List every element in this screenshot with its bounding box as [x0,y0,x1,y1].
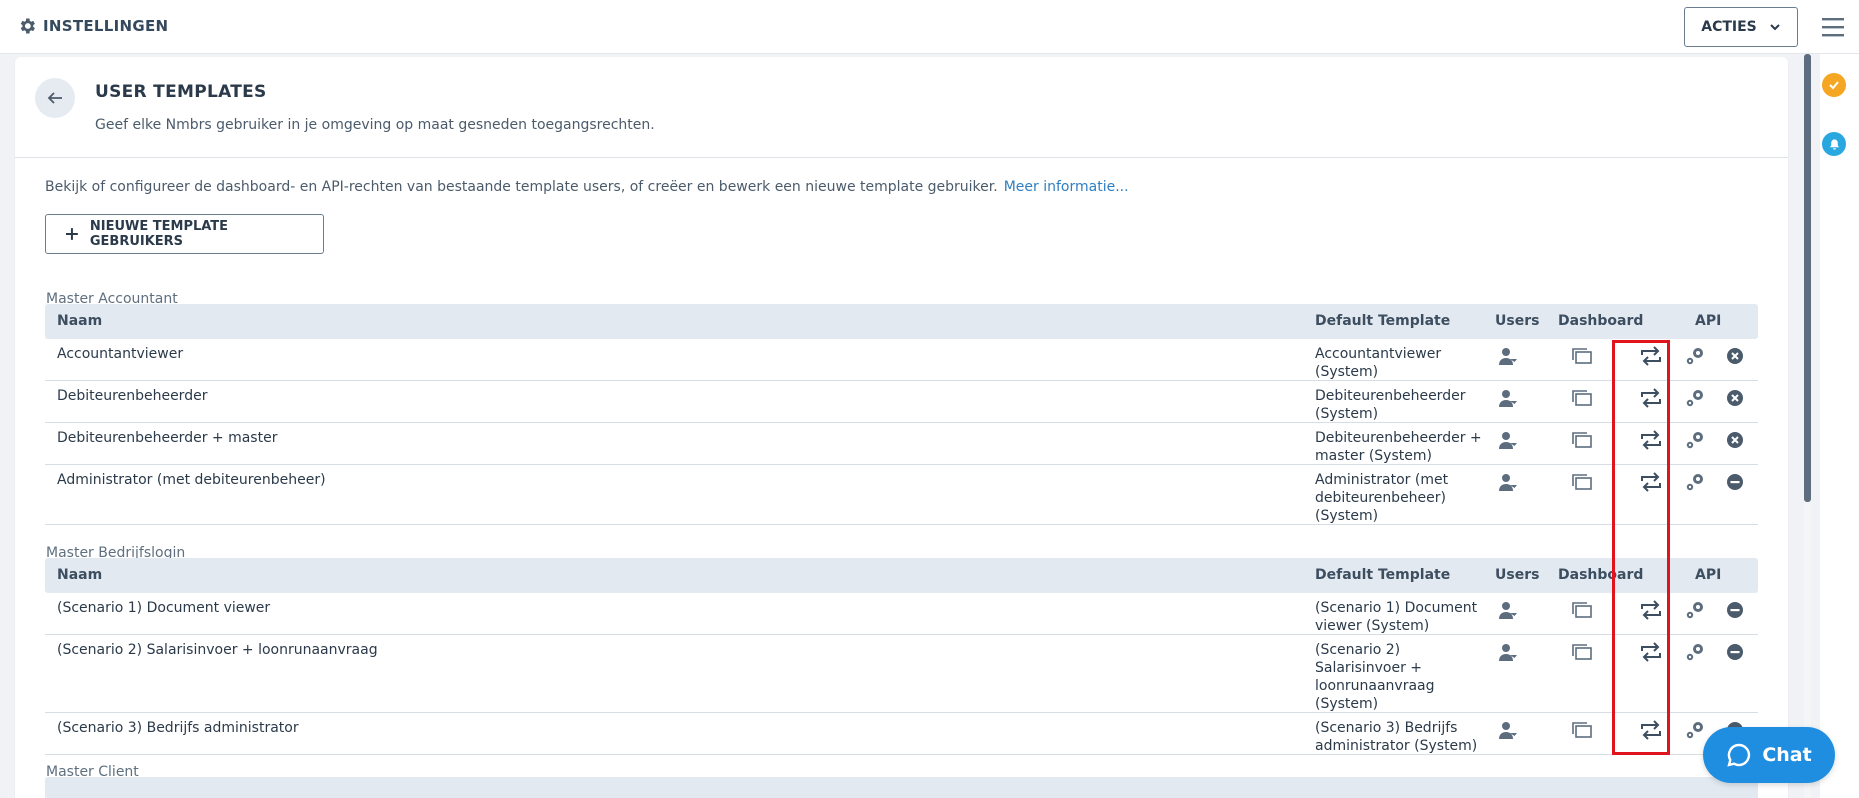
chat-button[interactable]: Chat [1703,727,1835,783]
default-template: Administrator (met debiteurenbeheer) (Sy… [1315,472,1449,524]
api-settings-icon[interactable] [1684,430,1706,454]
template-name: Accountantviewer [57,346,184,362]
card-header: USER TEMPLATES Geef elke Nmbrs gebruiker… [15,57,1788,158]
swap-icon[interactable] [1640,388,1662,412]
tasks-check-icon[interactable] [1822,73,1846,97]
api-settings-icon[interactable] [1684,346,1706,370]
swap-icon[interactable] [1640,600,1662,624]
table-row: Administrator (met debiteurenbeheer) Admi… [45,465,1758,525]
chevron-down-icon [1770,24,1780,31]
delete-icon[interactable] [1726,347,1744,369]
col-dashboard: Dashboard [1558,567,1644,583]
scrollbar-thumb[interactable] [1804,54,1811,502]
table-row: (Scenario 1) Document viewer (Scenario 1)… [45,593,1758,635]
dashboard-icon[interactable] [1572,348,1592,368]
default-template: (Scenario 1) Document viewer (System) [1315,600,1478,634]
dashboard-icon[interactable] [1572,644,1592,664]
default-template: (Scenario 2) Salarisinvoer + loonrunaanv… [1315,642,1435,712]
dashboard-icon[interactable] [1572,602,1592,622]
new-template-users-label: NIEUWE TEMPLATE GEBRUIKERS [89,219,229,249]
api-settings-icon[interactable] [1684,642,1706,666]
dashboard-icon[interactable] [1572,474,1592,494]
table-row: (Scenario 2) Salarisinvoer + loonrunaanv… [45,635,1758,713]
template-name: (Scenario 1) Document viewer [57,600,271,616]
table-header: Naam Default Template Users Dashboard API [45,558,1758,593]
swap-icon[interactable] [1640,472,1662,496]
table-header: Naam Default Template Users Dashboard API [45,304,1758,339]
default-template: Debiteurenbeheerder + master (System) [1315,430,1482,464]
dashboard-icon[interactable] [1572,722,1592,742]
default-template: Debiteurenbeheerder (System) [1315,388,1466,422]
plus-icon [66,228,78,240]
col-users: Users [1495,313,1540,329]
top-bar: INSTELLINGEN ACTIES [0,0,1859,54]
col-default-template: Default Template [1315,567,1451,583]
scrollbar[interactable] [1804,54,1811,798]
users-icon[interactable] [1497,720,1519,744]
template-name: (Scenario 3) Bedrijfs administrator [57,720,299,736]
disabled-icon [1726,473,1744,495]
swap-icon[interactable] [1640,642,1662,666]
default-template: Accountantviewer (System) [1315,346,1442,380]
swap-icon[interactable] [1640,346,1662,370]
col-name: Naam [57,313,103,329]
col-api: API [1695,567,1722,583]
users-icon[interactable] [1497,472,1519,496]
chat-label: Chat [1762,744,1812,766]
right-rail [1820,54,1859,798]
intro-description: Bekijk of configureer de dashboard- en A… [45,179,998,195]
users-icon[interactable] [1497,600,1519,624]
acties-dropdown[interactable]: ACTIES [1684,7,1798,47]
col-name: Naam [57,567,103,583]
template-name: Debiteurenbeheerder [57,388,208,404]
menu-icon[interactable] [1822,17,1844,37]
table-header [45,777,1758,798]
disabled-icon [1726,643,1744,665]
settings-brand[interactable]: INSTELLINGEN [17,16,168,36]
page-section-title: INSTELLINGEN [43,17,169,35]
users-icon[interactable] [1497,642,1519,666]
api-settings-icon[interactable] [1684,600,1706,624]
api-settings-icon[interactable] [1684,720,1706,744]
col-default-template: Default Template [1315,313,1451,329]
api-settings-icon[interactable] [1684,388,1706,412]
col-api: API [1695,313,1722,329]
back-button[interactable] [35,78,75,118]
template-name: Debiteurenbeheerder + master [57,430,278,446]
page-title: USER TEMPLATES [95,82,267,102]
col-dashboard: Dashboard [1558,313,1644,329]
delete-icon[interactable] [1726,431,1744,453]
swap-icon[interactable] [1640,720,1662,744]
api-settings-icon[interactable] [1684,472,1706,496]
gear-icon [20,18,35,34]
more-info-link[interactable]: Meer informatie... [1004,179,1129,195]
page-subtitle: Geef elke Nmbrs gebruiker in je omgeving… [95,117,655,133]
acties-label: ACTIES [1701,19,1757,35]
dashboard-icon[interactable] [1572,390,1592,410]
notifications-bell-icon[interactable] [1822,132,1846,156]
intro-text: Bekijk of configureer de dashboard- en A… [45,179,1129,195]
table-row: (Scenario 3) Bedrijfs administrator (Scen… [45,713,1758,755]
template-name: Administrator (met debiteurenbeheer) [57,472,326,488]
disabled-icon [1726,601,1744,623]
users-icon[interactable] [1497,346,1519,370]
table-row: Accountantviewer Accountantviewer (System… [45,339,1758,381]
new-template-users-button[interactable]: NIEUWE TEMPLATE GEBRUIKERS [45,214,324,254]
delete-icon[interactable] [1726,389,1744,411]
table-row: Debiteurenbeheerder + master Debiteurenbe… [45,423,1758,465]
default-template: (Scenario 3) Bedrijfs administrator (Sys… [1315,720,1478,754]
dashboard-icon[interactable] [1572,432,1592,452]
col-users: Users [1495,567,1540,583]
user-templates-card: USER TEMPLATES Geef elke Nmbrs gebruiker… [15,57,1788,798]
chat-bubble-icon [1727,743,1751,767]
users-icon[interactable] [1497,430,1519,454]
swap-icon[interactable] [1640,430,1662,454]
template-name: (Scenario 2) Salarisinvoer + loonrunaanv… [57,642,378,658]
arrow-left-icon [47,92,62,104]
users-icon[interactable] [1497,388,1519,412]
table-row: Debiteurenbeheerder Debiteurenbeheerder (… [45,381,1758,423]
